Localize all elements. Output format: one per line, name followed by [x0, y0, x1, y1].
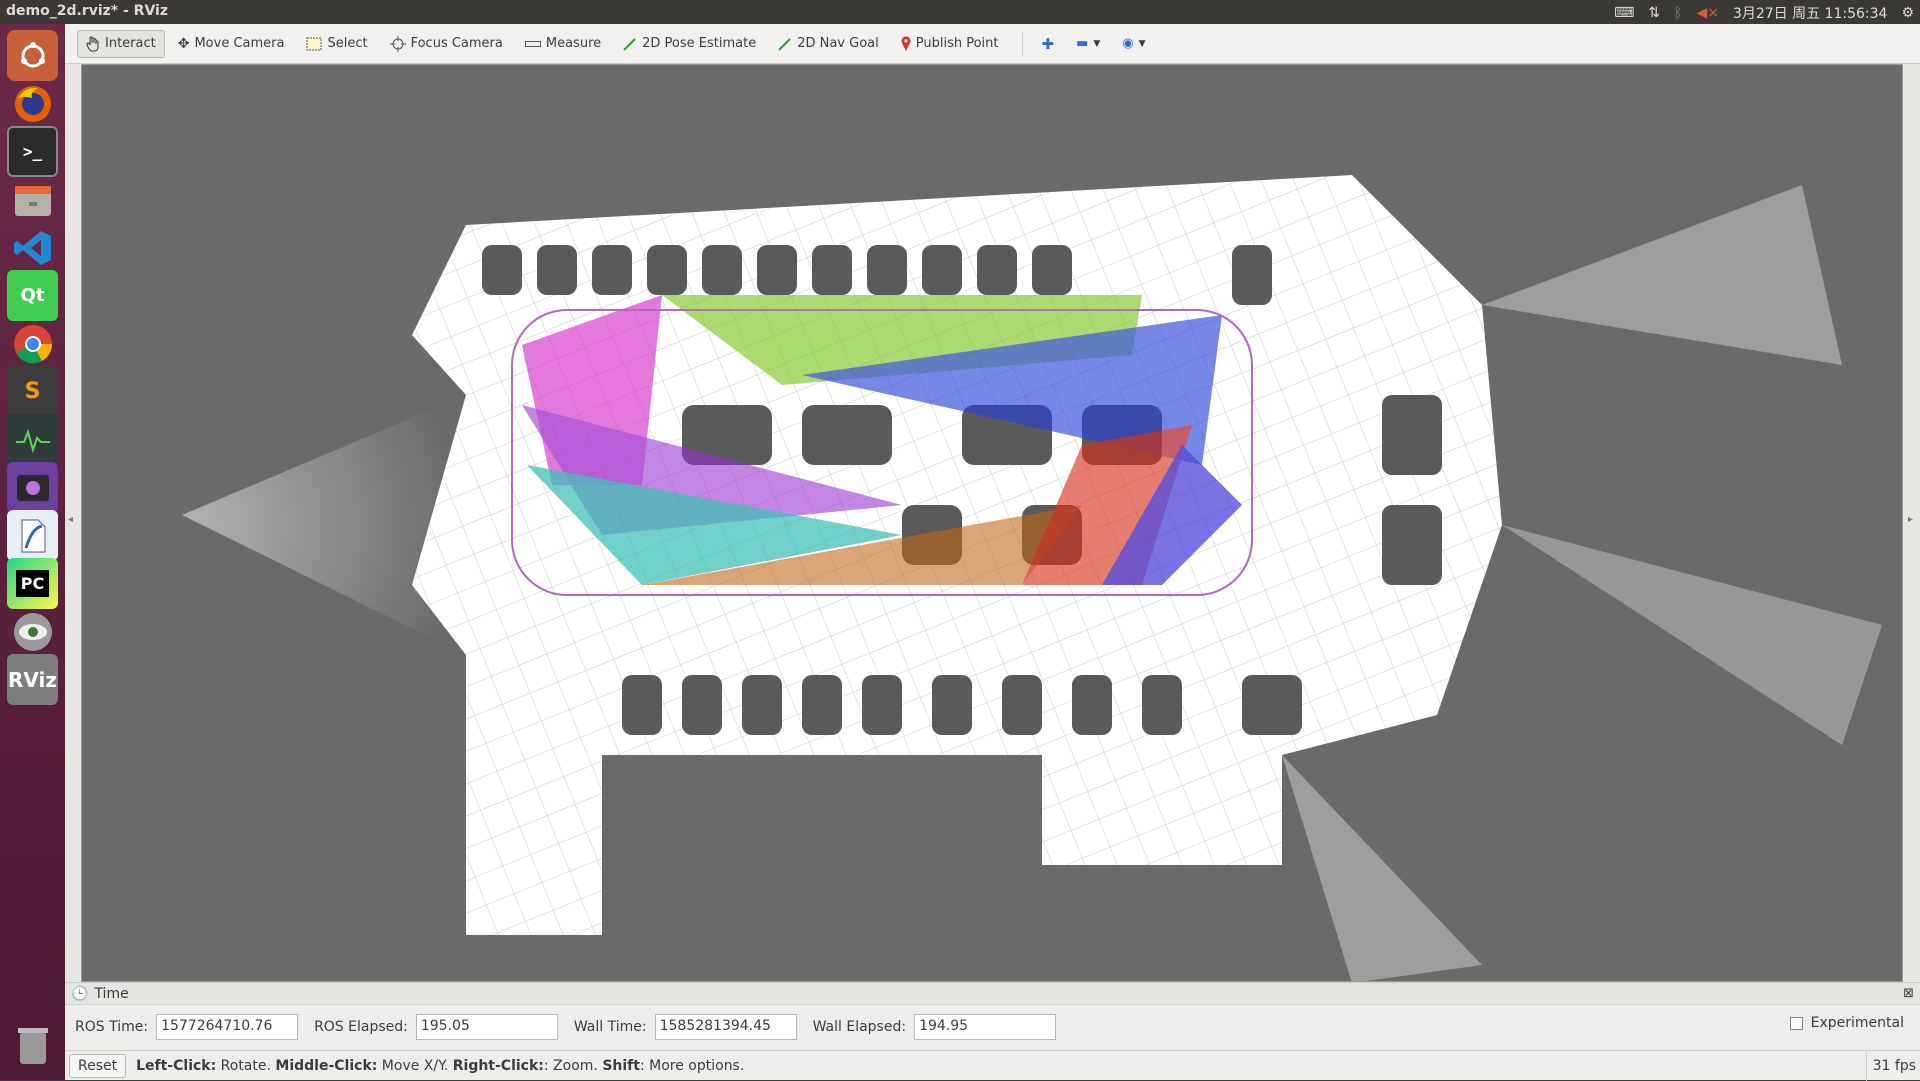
hand-icon: [86, 35, 99, 51]
wall-elapsed-field[interactable]: 194.95: [914, 1014, 1057, 1040]
view-tools-button[interactable]: ◉ ▼: [1113, 30, 1154, 57]
mouse-help-text: Left-Click: Rotate. Middle-Click: Move X…: [136, 1057, 745, 1074]
left-collapse-arrow-icon[interactable]: ◂: [68, 514, 78, 525]
system-tray: ⌨ ⇅ ᛒ ◀× 3月27日 周五 11:56:34 ⚙: [1614, 3, 1914, 23]
terminal-icon[interactable]: >_: [7, 126, 58, 177]
sublime-icon[interactable]: S: [7, 366, 58, 417]
network-icon[interactable]: ⇅: [1648, 5, 1660, 21]
tool-2d-pose-estimate[interactable]: 2D Pose Estimate: [614, 30, 765, 57]
ros-time-field[interactable]: 1577264710.76: [156, 1014, 299, 1040]
window-title: demo_2d.rviz* - RViz: [6, 3, 168, 19]
keyboard-icon[interactable]: ⌨: [1614, 5, 1634, 21]
reset-button[interactable]: Reset: [69, 1053, 127, 1078]
move-camera-icon: ✥: [177, 35, 190, 52]
fps-readout: 31 fps: [1865, 1051, 1920, 1081]
minus-icon: ▬: [1076, 36, 1089, 51]
ros-elapsed-label: ROS Elapsed:: [314, 1019, 408, 1035]
render-panel-frame: ◂ ▸: [65, 64, 1920, 982]
ros-time-label: ROS Time:: [75, 1019, 149, 1035]
remove-tool-button[interactable]: ▬ ▼: [1067, 30, 1109, 57]
ubuntu-dash-icon[interactable]: [7, 30, 58, 81]
time-panel-title: Time: [94, 985, 129, 1002]
focus-camera-icon: [389, 35, 406, 52]
files-icon[interactable]: [7, 174, 58, 225]
launcher: >_ Qt S PC RViz: [0, 24, 65, 1080]
time-panel-header: 🕒 Time ⊠: [65, 983, 1920, 1005]
video-icon[interactable]: [7, 462, 58, 513]
tool-move-camera[interactable]: ✥ Move Camera: [169, 30, 294, 58]
qt-creator-icon[interactable]: Qt: [7, 270, 58, 321]
toolbar-separator: [1021, 31, 1023, 56]
plus-icon: ✚: [1041, 34, 1055, 53]
right-collapse-arrow-icon[interactable]: ▸: [1908, 514, 1918, 525]
close-icon[interactable]: ⊠: [1903, 986, 1914, 1001]
pycharm-icon[interactable]: PC: [7, 558, 58, 609]
tool-select[interactable]: Select: [297, 30, 376, 57]
occupancy-map-render: [82, 65, 1902, 981]
eye-app-icon[interactable]: [7, 606, 58, 657]
tool-interact[interactable]: Interact: [77, 29, 165, 58]
top-panel: demo_2d.rviz* - RViz ⌨ ⇅ ᛒ ◀× 3月27日 周五 1…: [0, 0, 1920, 24]
status-bar: Reset Left-Click: Rotate. Middle-Click: …: [65, 1050, 1920, 1081]
chrome-icon[interactable]: [7, 318, 58, 369]
rviz-toolbar: Interact ✥ Move Camera Select Focus Came…: [65, 24, 1920, 64]
firefox-icon[interactable]: [7, 78, 58, 129]
wall-time-label: Wall Time:: [573, 1019, 647, 1035]
time-panel-row: ROS Time: 1577264710.76 ROS Elapsed: 195…: [65, 1005, 1920, 1049]
bluetooth-icon[interactable]: ᛒ: [1674, 5, 1682, 21]
clock-icon: 🕒: [71, 985, 89, 1002]
nav-goal-arrow-icon: [778, 37, 791, 51]
add-tool-button[interactable]: ✚: [1033, 29, 1064, 59]
volume-muted-icon[interactable]: ◀×: [1696, 5, 1719, 21]
system-monitor-icon[interactable]: [7, 414, 58, 465]
clock[interactable]: 3月27日 周五 11:56:34: [1733, 3, 1888, 23]
wall-elapsed-label: Wall Elapsed:: [812, 1019, 907, 1035]
chevron-down-icon: ▼: [1138, 38, 1146, 49]
experimental-option[interactable]: Experimental: [1789, 1015, 1904, 1031]
vscode-icon[interactable]: [7, 222, 58, 273]
ros-elapsed-field[interactable]: 195.05: [415, 1014, 558, 1040]
rviz-icon[interactable]: RViz: [7, 654, 58, 705]
settings-gear-icon[interactable]: ⚙: [1901, 5, 1914, 21]
tool-publish-point[interactable]: Publish Point: [892, 30, 1008, 58]
eye-icon: ◉: [1122, 36, 1134, 51]
tool-focus-camera[interactable]: Focus Camera: [381, 30, 512, 58]
chevron-down-icon: ▼: [1093, 38, 1101, 49]
libreoffice-icon[interactable]: [7, 510, 58, 561]
experimental-checkbox[interactable]: [1789, 1016, 1803, 1030]
tool-measure[interactable]: Measure: [516, 30, 610, 57]
pose-arrow-icon: [623, 37, 636, 51]
map-pin-icon: [901, 35, 911, 51]
rviz-3d-viewport[interactable]: [81, 64, 1903, 982]
trash-icon[interactable]: [7, 1020, 58, 1071]
measure-icon: [524, 40, 541, 47]
wall-time-field[interactable]: 1585281394.45: [654, 1014, 797, 1040]
experimental-label: Experimental: [1810, 1015, 1904, 1031]
time-panel: 🕒 Time ⊠ ROS Time: 1577264710.76 ROS Ela…: [65, 982, 1920, 1050]
tool-2d-nav-goal[interactable]: 2D Nav Goal: [769, 30, 888, 57]
select-icon: [306, 37, 322, 50]
